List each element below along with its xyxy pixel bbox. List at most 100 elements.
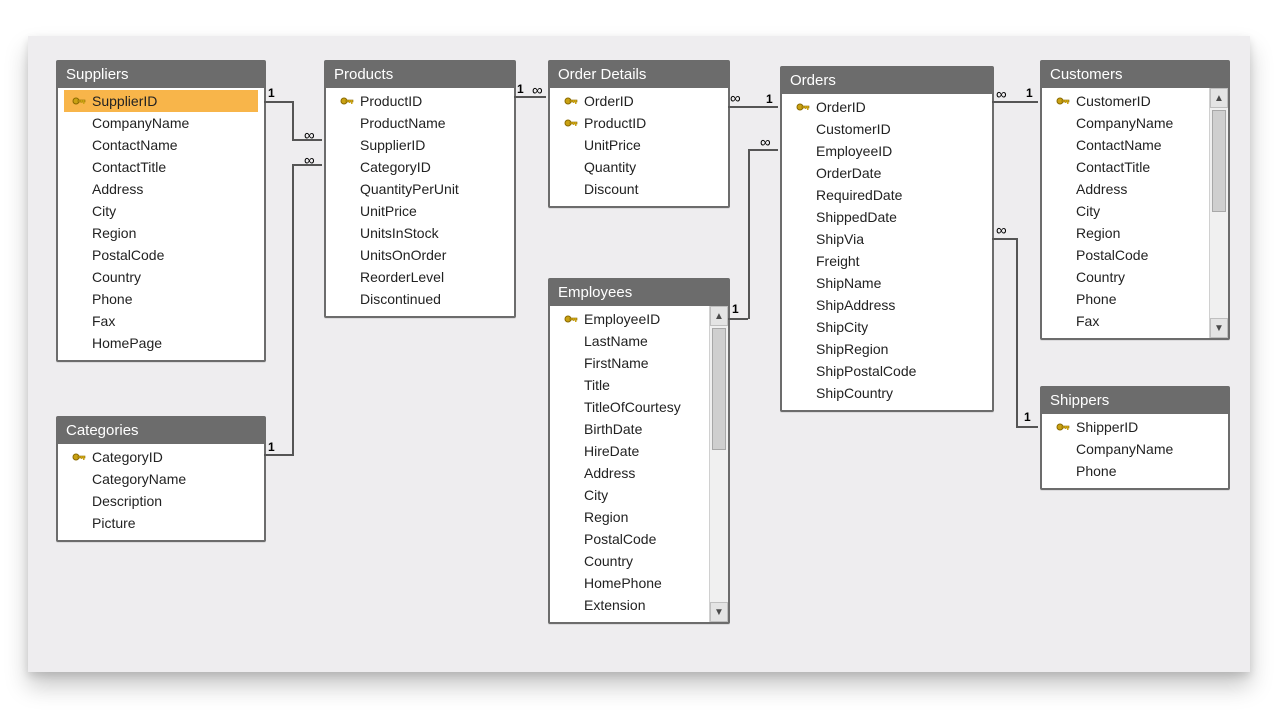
- column-name: ProductID: [584, 115, 646, 131]
- table-order-details[interactable]: Order Details OrderID ProductID UnitPriceQ…: [548, 60, 730, 208]
- column-row[interactable]: PostalCode: [1048, 244, 1203, 266]
- column-row[interactable]: CompanyName: [1048, 112, 1203, 134]
- table-products[interactable]: Products ProductIDProductNameSupplierIDC…: [324, 60, 516, 318]
- column-row[interactable]: SupplierID: [332, 134, 508, 156]
- column-row[interactable]: Region: [1048, 222, 1203, 244]
- scrollbar[interactable]: ▲ ▼: [1209, 88, 1228, 338]
- column-row[interactable]: Title: [556, 374, 703, 396]
- column-row[interactable]: HomePhone: [556, 572, 703, 594]
- column-row[interactable]: CustomerID: [1048, 90, 1203, 112]
- column-row[interactable]: Discontinued: [332, 288, 508, 310]
- column-row[interactable]: ContactName: [64, 134, 258, 156]
- column-row[interactable]: ProductName: [332, 112, 508, 134]
- column-row[interactable]: ShipperID: [1048, 416, 1222, 438]
- column-row[interactable]: Region: [556, 506, 703, 528]
- column-row[interactable]: City: [64, 200, 258, 222]
- table-customers[interactable]: Customers CustomerIDCompanyNameContactNa…: [1040, 60, 1230, 340]
- table-title[interactable]: Order Details: [550, 62, 728, 88]
- column-row[interactable]: EmployeeID: [556, 308, 703, 330]
- column-row[interactable]: Fax: [1048, 310, 1203, 332]
- column-row[interactable]: OrderID: [788, 96, 986, 118]
- table-title[interactable]: Suppliers: [58, 62, 264, 88]
- column-row[interactable]: ShipAddress: [788, 294, 986, 316]
- column-row[interactable]: CompanyName: [1048, 438, 1222, 460]
- column-row[interactable]: ProductID: [332, 90, 508, 112]
- column-row[interactable]: HomePage: [64, 332, 258, 354]
- column-row[interactable]: Freight: [788, 250, 986, 272]
- column-row[interactable]: Address: [1048, 178, 1203, 200]
- column-row[interactable]: PostalCode: [64, 244, 258, 266]
- column-row[interactable]: ContactName: [1048, 134, 1203, 156]
- column-row[interactable]: ContactTitle: [64, 156, 258, 178]
- scroll-thumb[interactable]: [1212, 110, 1226, 212]
- column-row[interactable]: Fax: [64, 310, 258, 332]
- scroll-up-icon[interactable]: ▲: [710, 306, 728, 326]
- column-row[interactable]: ShipPostalCode: [788, 360, 986, 382]
- table-categories[interactable]: Categories CategoryIDCategoryNameDescrip…: [56, 416, 266, 542]
- column-row[interactable]: ShipName: [788, 272, 986, 294]
- column-row[interactable]: HireDate: [556, 440, 703, 462]
- column-row[interactable]: City: [556, 484, 703, 506]
- table-title[interactable]: Products: [326, 62, 514, 88]
- column-row[interactable]: RequiredDate: [788, 184, 986, 206]
- column-row[interactable]: ShippedDate: [788, 206, 986, 228]
- column-row[interactable]: QuantityPerUnit: [332, 178, 508, 200]
- scroll-up-icon[interactable]: ▲: [1210, 88, 1228, 108]
- column-row[interactable]: Picture: [64, 512, 258, 534]
- column-row[interactable]: SupplierID: [64, 90, 258, 112]
- column-row[interactable]: Phone: [1048, 288, 1203, 310]
- column-row[interactable]: Region: [64, 222, 258, 244]
- column-row[interactable]: CustomerID: [788, 118, 986, 140]
- table-employees[interactable]: Employees EmployeeIDLastNameFirstNameTit…: [548, 278, 730, 624]
- column-row[interactable]: UnitPrice: [556, 134, 722, 156]
- column-row[interactable]: ShipRegion: [788, 338, 986, 360]
- column-row[interactable]: OrderDate: [788, 162, 986, 184]
- table-orders[interactable]: Orders OrderIDCustomerIDEmployeeIDOrderD…: [780, 66, 994, 412]
- column-row[interactable]: Country: [556, 550, 703, 572]
- column-row[interactable]: TitleOfCourtesy: [556, 396, 703, 418]
- column-row[interactable]: ShipVia: [788, 228, 986, 250]
- table-title[interactable]: Categories: [58, 418, 264, 444]
- column-row[interactable]: CompanyName: [64, 112, 258, 134]
- column-row[interactable]: UnitsOnOrder: [332, 244, 508, 266]
- table-suppliers[interactable]: Suppliers SupplierIDCompanyNameContactNa…: [56, 60, 266, 362]
- column-row[interactable]: City: [1048, 200, 1203, 222]
- table-title[interactable]: Customers: [1042, 62, 1228, 88]
- diagram-surface[interactable]: Suppliers SupplierIDCompanyNameContactNa…: [28, 36, 1250, 672]
- scroll-down-icon[interactable]: ▼: [1210, 318, 1228, 338]
- column-row[interactable]: Description: [64, 490, 258, 512]
- column-row[interactable]: CategoryID: [332, 156, 508, 178]
- table-title[interactable]: Shippers: [1042, 388, 1228, 414]
- column-row[interactable]: UnitsInStock: [332, 222, 508, 244]
- scrollbar[interactable]: ▲ ▼: [709, 306, 728, 622]
- table-title[interactable]: Orders: [782, 68, 992, 94]
- column-row[interactable]: CategoryName: [64, 468, 258, 490]
- column-row[interactable]: Discount: [556, 178, 722, 200]
- column-row[interactable]: OrderID: [556, 90, 722, 112]
- column-row[interactable]: PostalCode: [556, 528, 703, 550]
- column-row[interactable]: Extension: [556, 594, 703, 616]
- column-row[interactable]: ShipCountry: [788, 382, 986, 404]
- column-row[interactable]: EmployeeID: [788, 140, 986, 162]
- scroll-down-icon[interactable]: ▼: [710, 602, 728, 622]
- column-row[interactable]: ShipCity: [788, 316, 986, 338]
- column-row[interactable]: Phone: [1048, 460, 1222, 482]
- table-shippers[interactable]: Shippers ShipperIDCompanyNamePhone: [1040, 386, 1230, 490]
- scroll-thumb[interactable]: [712, 328, 726, 450]
- column-row[interactable]: BirthDate: [556, 418, 703, 440]
- column-row[interactable]: ContactTitle: [1048, 156, 1203, 178]
- column-row[interactable]: UnitPrice: [332, 200, 508, 222]
- column-row[interactable]: LastName: [556, 330, 703, 352]
- column-row[interactable]: Country: [1048, 266, 1203, 288]
- column-row[interactable]: ReorderLevel: [332, 266, 508, 288]
- column-row[interactable]: ProductID: [556, 112, 722, 134]
- column-row[interactable]: CategoryID: [64, 446, 258, 468]
- table-title[interactable]: Employees: [550, 280, 728, 306]
- column-row[interactable]: Address: [556, 462, 703, 484]
- key-slot-empty: [338, 226, 356, 240]
- column-row[interactable]: Phone: [64, 288, 258, 310]
- column-row[interactable]: Address: [64, 178, 258, 200]
- column-row[interactable]: Quantity: [556, 156, 722, 178]
- column-row[interactable]: FirstName: [556, 352, 703, 374]
- column-row[interactable]: Country: [64, 266, 258, 288]
